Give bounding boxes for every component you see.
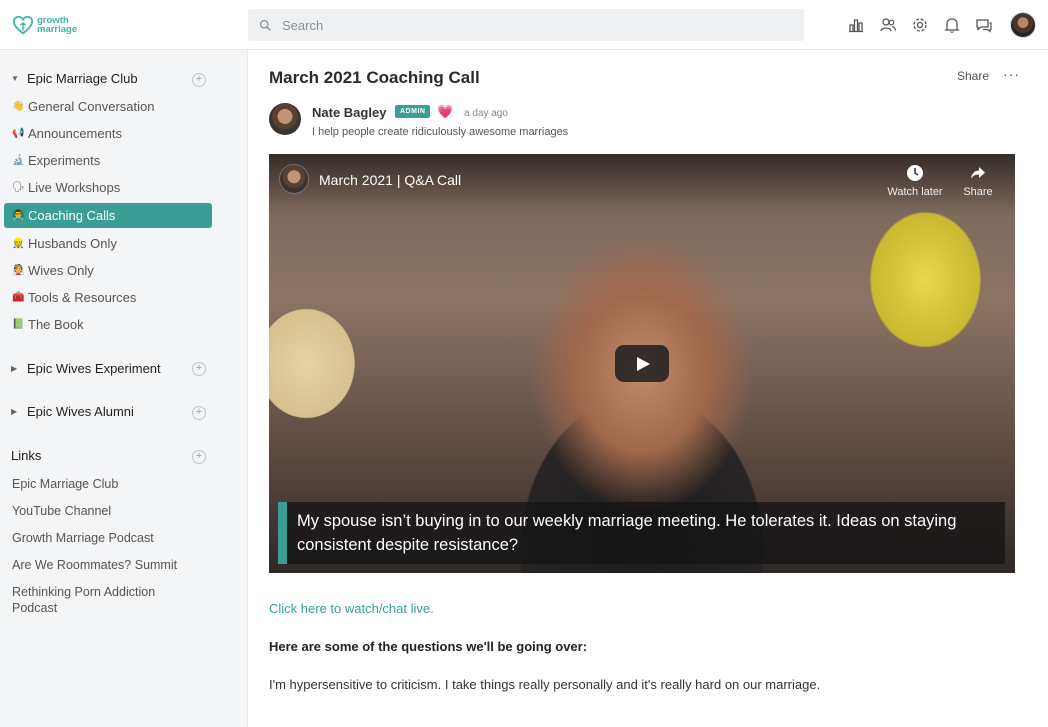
notifications-icon[interactable] bbox=[943, 16, 961, 34]
search-icon bbox=[259, 19, 271, 31]
video-share-button[interactable]: Share bbox=[948, 164, 1008, 198]
book-icon: 📗 bbox=[12, 319, 25, 330]
sidebar: ▼ Epic Marriage Club + 👋 General Convers… bbox=[0, 50, 248, 727]
sidebar-item-label: The Book bbox=[28, 317, 84, 332]
post-view: March 2021 Coaching Call Share ··· Nate … bbox=[249, 50, 1048, 727]
search-placeholder: Search bbox=[282, 17, 324, 33]
link-epic-marriage-club[interactable]: Epic Marriage Club bbox=[12, 476, 202, 492]
user-avatar[interactable] bbox=[1010, 12, 1036, 38]
heart-icon: 💗 bbox=[437, 104, 454, 119]
watch-later-button[interactable]: Watch later bbox=[885, 164, 945, 198]
caret-down-icon: ▼ bbox=[11, 74, 19, 83]
leaderboard-icon[interactable] bbox=[847, 16, 865, 34]
watch-live-link[interactable]: Click here to watch/chat live. bbox=[269, 601, 434, 616]
clock-icon bbox=[907, 165, 923, 181]
link-roommates-summit[interactable]: Are We Roommates? Summit bbox=[12, 557, 202, 573]
section-epic-wives-alumni[interactable]: ▶ Epic Wives Alumni bbox=[11, 404, 134, 419]
video-question-caption: My spouse isn’t buying in to our weekly … bbox=[278, 502, 1005, 564]
sidebar-item-label: Announcements bbox=[28, 126, 122, 141]
more-options-icon[interactable]: ··· bbox=[1003, 66, 1020, 82]
sidebar-item-label: Husbands Only bbox=[28, 236, 117, 251]
sidebar-item-wives-only[interactable]: 👰 Wives Only bbox=[4, 258, 212, 283]
caret-right-icon: ▶ bbox=[11, 364, 18, 373]
top-bar: growth marriage Search bbox=[0, 0, 1048, 50]
add-channel-icon[interactable]: + bbox=[192, 406, 206, 420]
video-embed[interactable]: March 2021 | Q&A Call Watch later Share … bbox=[269, 154, 1015, 573]
sidebar-item-label: Tools & Resources bbox=[28, 290, 137, 305]
section-title: Epic Marriage Club bbox=[27, 71, 138, 86]
megaphone-icon: 📢 bbox=[12, 128, 25, 139]
author-name[interactable]: Nate Bagley bbox=[312, 105, 386, 120]
toolbox-icon: 🧰 bbox=[12, 292, 25, 303]
add-channel-icon[interactable]: + bbox=[192, 362, 206, 376]
sidebar-item-general-conversation[interactable]: 👋 General Conversation bbox=[4, 94, 212, 119]
author-avatar[interactable] bbox=[269, 103, 301, 135]
section-title: Links bbox=[11, 448, 42, 463]
link-rethinking-porn-addiction[interactable]: Rethinking Porn Addiction Podcast bbox=[12, 584, 202, 616]
man-icon: 👷 bbox=[12, 238, 25, 249]
share-arrow-icon bbox=[971, 167, 985, 179]
add-link-icon[interactable]: + bbox=[192, 450, 206, 464]
video-title[interactable]: March 2021 | Q&A Call bbox=[319, 172, 461, 188]
sidebar-item-label: Live Workshops bbox=[28, 180, 121, 195]
sidebar-item-husbands-only[interactable]: 👷 Husbands Only bbox=[4, 231, 212, 256]
section-epic-wives-experiment[interactable]: ▶ Epic Wives Experiment bbox=[11, 361, 161, 376]
sidebar-item-label: Experiments bbox=[28, 153, 101, 168]
link-youtube-channel[interactable]: YouTube Channel bbox=[12, 503, 202, 519]
bride-icon: 👰 bbox=[12, 265, 25, 276]
questions-heading: Here are some of the questions we'll be … bbox=[269, 639, 588, 654]
watch-later-label: Watch later bbox=[887, 186, 943, 198]
search-input[interactable]: Search bbox=[248, 9, 804, 41]
speaking-head-icon: 🗣 bbox=[12, 182, 25, 193]
logo-heart-icon bbox=[12, 15, 34, 35]
sidebar-item-live-workshops[interactable]: 🗣 Live Workshops bbox=[4, 175, 212, 200]
members-icon[interactable] bbox=[879, 16, 897, 34]
add-channel-icon[interactable]: + bbox=[192, 73, 206, 87]
link-growth-marriage-podcast[interactable]: Growth Marriage Podcast bbox=[12, 530, 202, 546]
post-timestamp: a day ago bbox=[464, 108, 508, 119]
caret-right-icon: ▶ bbox=[11, 407, 18, 416]
share-button[interactable]: Share bbox=[957, 69, 989, 83]
sidebar-item-the-book[interactable]: 📗 The Book bbox=[4, 312, 212, 337]
author-bio: I help people create ridiculously awesom… bbox=[312, 126, 569, 138]
question-text: I'm hypersensitive to criticism. I take … bbox=[269, 677, 821, 692]
microscope-icon: 🔬 bbox=[12, 155, 25, 166]
page-title: March 2021 Coaching Call bbox=[269, 68, 480, 87]
wave-icon: 👋 bbox=[12, 101, 25, 112]
settings-icon[interactable] bbox=[911, 16, 929, 34]
sidebar-item-announcements[interactable]: 📢 Announcements bbox=[4, 121, 212, 146]
section-epic-marriage-club[interactable]: ▼ Epic Marriage Club bbox=[11, 71, 138, 86]
teacher-icon: 👨‍🏫 bbox=[12, 210, 25, 221]
growth-marriage-logo[interactable]: growth marriage bbox=[12, 14, 77, 36]
admin-badge: ADMIN bbox=[395, 105, 431, 118]
logo-word-2: marriage bbox=[37, 24, 78, 35]
section-links: Links bbox=[11, 448, 41, 463]
sidebar-item-tools-resources[interactable]: 🧰 Tools & Resources bbox=[4, 285, 212, 310]
sidebar-item-experiments[interactable]: 🔬 Experiments bbox=[4, 148, 212, 173]
section-title: Epic Wives Experiment bbox=[27, 361, 161, 376]
play-button[interactable] bbox=[615, 345, 669, 382]
chat-icon[interactable] bbox=[975, 16, 993, 34]
channel-avatar[interactable] bbox=[279, 164, 309, 194]
sidebar-item-label: Coaching Calls bbox=[28, 208, 116, 223]
sidebar-item-coaching-calls[interactable]: 👨‍🏫 Coaching Calls bbox=[4, 203, 212, 228]
sidebar-item-label: Wives Only bbox=[28, 263, 94, 278]
video-share-label: Share bbox=[963, 186, 993, 198]
section-title: Epic Wives Alumni bbox=[27, 404, 134, 419]
sidebar-item-label: General Conversation bbox=[28, 99, 155, 114]
